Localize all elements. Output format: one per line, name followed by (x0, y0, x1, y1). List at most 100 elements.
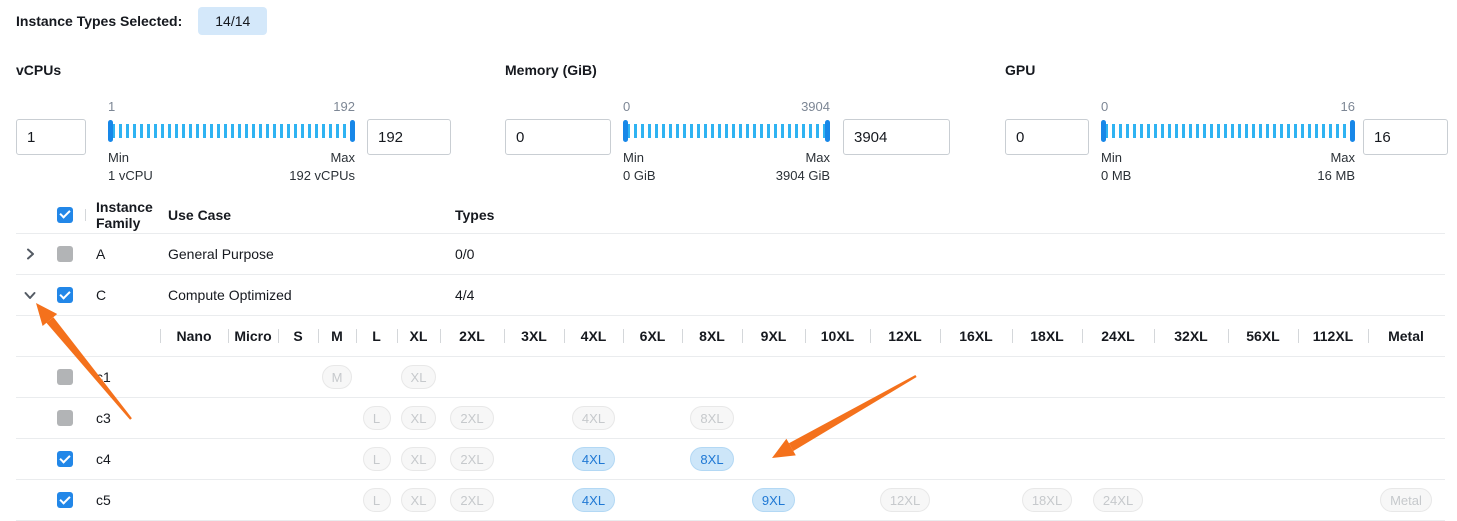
memory-min-input[interactable] (505, 119, 611, 155)
filter-title: vCPUs (16, 62, 451, 79)
size-pill[interactable]: Metal (1380, 488, 1432, 512)
gpu-range-slider[interactable] (1101, 119, 1355, 143)
types-count: 4/4 (445, 287, 1445, 303)
select-all-checkbox[interactable] (57, 207, 73, 223)
slider-min-handle[interactable] (623, 120, 628, 142)
min-caption: Min (108, 150, 129, 166)
size-column-header: 3XL (504, 316, 564, 356)
table-header-row: Instance Family Use Case Types (16, 196, 1445, 234)
instance-family-name: c4 (85, 451, 160, 467)
size-column-header: 18XL (1012, 316, 1082, 356)
size-pill[interactable]: 24XL (1093, 488, 1143, 512)
size-pill[interactable]: 2XL (450, 406, 493, 430)
size-pill[interactable]: 4XL (572, 488, 615, 512)
vcpus-max-input[interactable] (367, 119, 451, 155)
slider-min-handle[interactable] (108, 120, 113, 142)
memory-max-input[interactable] (843, 119, 950, 155)
slider-range-min-label: 1 (108, 100, 115, 114)
slider-max-handle[interactable] (350, 120, 355, 142)
gpu-max-input[interactable] (1363, 119, 1448, 155)
use-case-value: Compute Optimized (158, 287, 445, 303)
min-detail: 0 MB (1101, 168, 1131, 184)
size-column-header: S (278, 316, 318, 356)
filter-memory: Memory (GiB) 0 3904 Min Max 0 GiB (505, 62, 950, 184)
instance-types-selected-label: Instance Types Selected: (16, 13, 182, 29)
size-column-header: 2XL (440, 316, 504, 356)
size-column-header: 10XL (805, 316, 870, 356)
slider-ticks (112, 124, 351, 138)
size-column-header: 6XL (623, 316, 682, 356)
size-pill[interactable]: XL (401, 406, 437, 430)
slider-range-max-label: 192 (333, 100, 355, 114)
types-column-header: Types (445, 207, 1445, 223)
size-pill[interactable]: XL (401, 488, 437, 512)
memory-range-slider[interactable] (623, 119, 830, 143)
collapse-chevron-down-icon[interactable] (22, 287, 38, 303)
slider-min-handle[interactable] (1101, 120, 1106, 142)
size-pill[interactable]: 2XL (450, 447, 493, 471)
size-column-header: XL (397, 316, 440, 356)
slider-range-max-label: 3904 (801, 100, 830, 114)
size-column-header: Nano (160, 316, 228, 356)
size-column-header: 4XL (564, 316, 623, 356)
row-checkbox[interactable] (57, 410, 73, 426)
size-header-row: NanoMicroSMLXL2XL3XL4XL6XL8XL9XL10XL12XL… (16, 316, 1445, 357)
size-column-header: 32XL (1154, 316, 1228, 356)
row-checkbox[interactable] (57, 287, 73, 303)
filter-vcpus: vCPUs 1 192 Min Max 1 vCPU (16, 62, 451, 184)
vcpus-min-input[interactable] (16, 119, 86, 155)
family-row-c: C Compute Optimized 4/4 (16, 275, 1445, 316)
size-pill[interactable]: 4XL (572, 447, 615, 471)
max-caption: Max (1330, 150, 1355, 166)
filter-gpu: GPU 0 16 Min Max 0 MB 16 (1005, 62, 1448, 184)
size-pill[interactable]: L (363, 488, 391, 512)
instance-family-name: C (85, 287, 158, 303)
slider-max-handle[interactable] (1350, 120, 1355, 142)
size-column-header: 9XL (742, 316, 805, 356)
gpu-min-input[interactable] (1005, 119, 1089, 155)
size-pill[interactable]: XL (401, 447, 437, 471)
slider-max-handle[interactable] (825, 120, 830, 142)
filter-title: Memory (GiB) (505, 62, 950, 79)
size-pill[interactable]: M (322, 365, 353, 389)
filter-title: GPU (1005, 62, 1448, 79)
size-column-header: 112XL (1298, 316, 1368, 356)
size-pill[interactable]: 18XL (1022, 488, 1072, 512)
size-pill[interactable]: 12XL (880, 488, 930, 512)
min-caption: Min (1101, 150, 1122, 166)
size-column-header: 12XL (870, 316, 940, 356)
size-column-header: Micro (228, 316, 278, 356)
max-caption: Max (805, 150, 830, 166)
size-column-header: Metal (1368, 316, 1444, 356)
use-case-value: General Purpose (158, 246, 445, 262)
size-pill[interactable]: 4XL (572, 406, 615, 430)
size-column-header: M (318, 316, 356, 356)
instance-row-c3: c3 L XL 2XL 4XL 8XL (16, 398, 1445, 439)
filters-row: vCPUs 1 192 Min Max 1 vCPU (0, 62, 1457, 192)
expand-chevron-right-icon[interactable] (22, 246, 38, 262)
row-checkbox[interactable] (57, 369, 73, 385)
instance-family-name: c3 (85, 410, 160, 426)
size-pill[interactable]: 9XL (752, 488, 795, 512)
size-pill[interactable]: L (363, 406, 391, 430)
size-column-header: 56XL (1228, 316, 1298, 356)
vcpus-range-slider[interactable] (108, 119, 355, 143)
size-pill[interactable]: 8XL (690, 406, 733, 430)
size-pill[interactable]: L (363, 447, 391, 471)
instance-family-name: c5 (85, 492, 160, 508)
use-case-column-header: Use Case (158, 207, 445, 223)
slider-ticks (627, 124, 826, 138)
size-column-header: 24XL (1082, 316, 1154, 356)
row-checkbox[interactable] (57, 492, 73, 508)
row-checkbox[interactable] (57, 451, 73, 467)
size-column-header: 8XL (682, 316, 742, 356)
instance-family-column-header: Instance Family (85, 199, 158, 231)
selection-summary: Instance Types Selected: 14/14 (16, 6, 1457, 36)
selected-count-badge: 14/14 (198, 7, 267, 35)
min-detail: 1 vCPU (108, 168, 153, 184)
size-pill[interactable]: 8XL (690, 447, 733, 471)
max-detail: 192 vCPUs (289, 168, 355, 184)
row-checkbox[interactable] (57, 246, 73, 262)
size-pill[interactable]: XL (401, 365, 437, 389)
size-pill[interactable]: 2XL (450, 488, 493, 512)
